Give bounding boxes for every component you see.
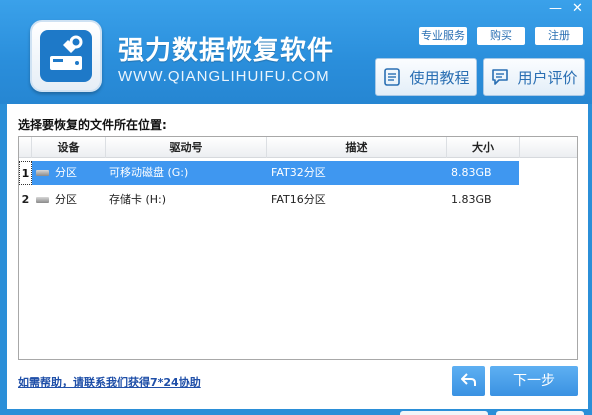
book-icon: [382, 67, 402, 87]
row-description: FAT32分区: [271, 166, 326, 179]
row-description: FAT16分区: [271, 193, 326, 206]
tutorial-label: 使用教程: [409, 68, 470, 87]
tutorial-button[interactable]: 使用教程: [375, 58, 477, 96]
reviews-button[interactable]: 用户评价: [483, 58, 585, 96]
chat-icon: [490, 67, 510, 87]
row-size: 1.83GB: [451, 193, 492, 206]
drive-list[interactable]: 设备 驱动号 描述 大小 1 分区 可移动磁盘 (G:) FAT32分区 8.8…: [18, 136, 578, 360]
location-prompt: 选择要恢复的文件所在位置:: [18, 118, 167, 132]
reviews-label: 用户评价: [517, 68, 578, 87]
register-link[interactable]: 注册: [535, 27, 583, 45]
header-device[interactable]: 设备: [32, 137, 106, 158]
minimize-button[interactable]: —: [549, 2, 562, 16]
close-button[interactable]: ✕: [572, 2, 583, 16]
app-url: WWW.QIANGLIHUIFU.COM: [118, 68, 330, 85]
drive-icon: [36, 197, 49, 203]
main-panel: 选择要恢复的文件所在位置: 设备 驱动号 描述 大小 1 分区 可移动磁盘 (G…: [7, 104, 588, 409]
header-num: [19, 137, 32, 158]
row-number: 1: [19, 161, 32, 185]
app-header: 强力数据恢复软件 WWW.QIANGLIHUIFU.COM 专业服务 购买 注册…: [0, 0, 592, 104]
header-drive[interactable]: 驱动号: [106, 137, 267, 158]
top-links: 专业服务 购买 注册: [0, 27, 592, 45]
table-row[interactable]: 2 分区 存储卡 (H:) FAT16分区 1.83GB: [19, 188, 519, 212]
bottom-tab: [496, 411, 584, 415]
row-drive: 可移动磁盘 (G:): [109, 166, 189, 179]
next-button[interactable]: 下一步: [490, 366, 578, 396]
buy-link[interactable]: 购买: [477, 27, 525, 45]
back-button[interactable]: [452, 366, 485, 396]
row-number: 2: [19, 188, 32, 212]
drive-icon: [36, 170, 49, 176]
drive-list-header: 设备 驱动号 描述 大小: [19, 137, 577, 158]
header-size[interactable]: 大小: [447, 137, 520, 158]
header-description[interactable]: 描述: [267, 137, 447, 158]
bottom-tab: [400, 411, 488, 415]
row-device: 分区: [55, 193, 77, 206]
help-link[interactable]: 如需帮助，请联系我们获得7*24协助: [18, 374, 201, 390]
row-device: 分区: [55, 166, 77, 179]
row-size: 8.83GB: [451, 166, 492, 179]
row-drive: 存储卡 (H:): [109, 193, 167, 206]
pro-service-link[interactable]: 专业服务: [419, 27, 467, 45]
table-row[interactable]: 1 分区 可移动磁盘 (G:) FAT32分区 8.83GB: [19, 161, 519, 185]
back-arrow-icon: [460, 372, 477, 391]
